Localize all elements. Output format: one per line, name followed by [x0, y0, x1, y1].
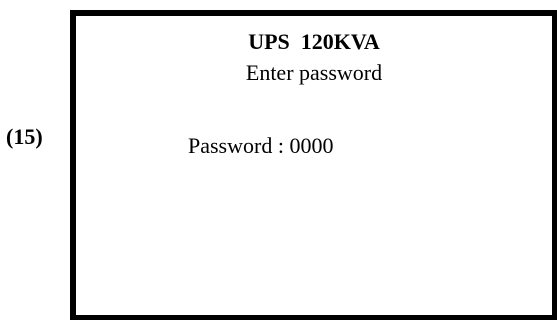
password-row: Password : 0000 — [188, 133, 333, 159]
password-label: Password — [188, 133, 273, 158]
password-separator: : — [272, 133, 290, 158]
prompt-text: Enter password — [245, 60, 383, 85]
step-number-label: (15) — [6, 124, 43, 149]
device-title: UPS 120KVA — [248, 29, 380, 54]
lcd-display-panel: UPS 120KVA Enter password Password : 000… — [70, 10, 557, 320]
password-field[interactable]: 0000 — [289, 133, 333, 158]
